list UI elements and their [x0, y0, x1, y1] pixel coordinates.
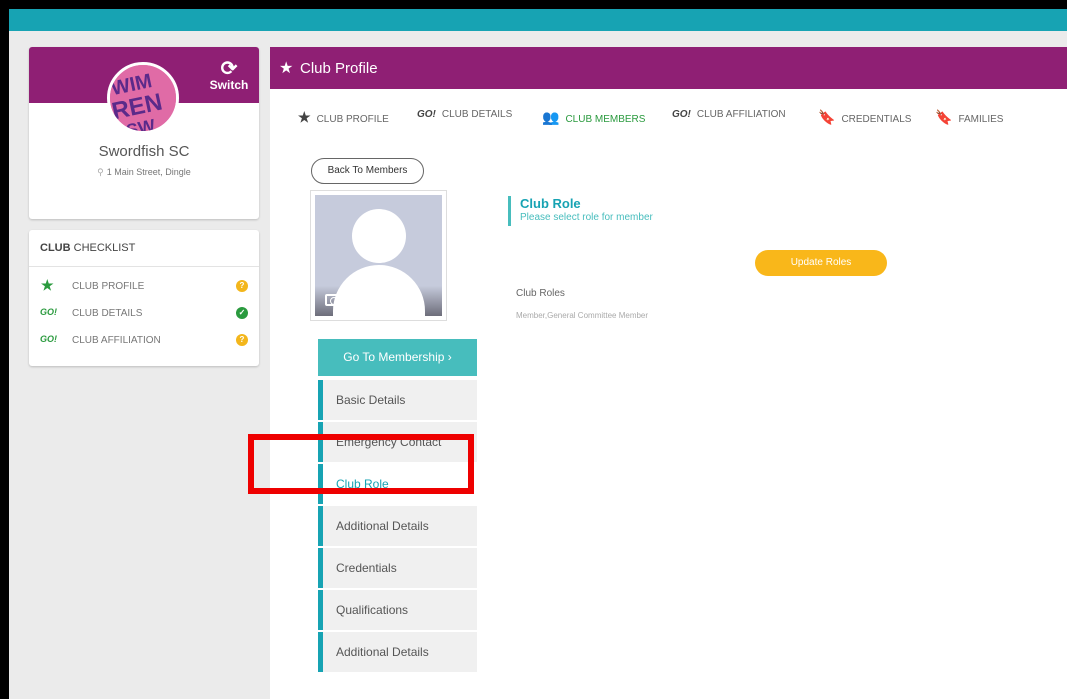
tab-club-details[interactable]: GO! CLUB DETAILS — [417, 109, 512, 127]
checklist-item-label: CLUB DETAILS — [72, 308, 143, 319]
tab-label: CREDENTIALS — [841, 114, 912, 125]
club-role-title: Club Role — [520, 196, 581, 211]
go-to-membership-button[interactable]: Go To Membership › — [318, 339, 477, 376]
side-nav-additional-details-2[interactable]: Additional Details — [318, 632, 477, 672]
club-role-header: Club Role Please select role for member — [508, 196, 653, 226]
tab-label: CLUB AFFILIATION — [696, 109, 786, 120]
tab-label: FAMILIES — [958, 114, 1004, 125]
main-header: ★ Club Profile — [270, 47, 1067, 89]
club-address-text: 1 Main Street, Dingle — [106, 167, 191, 177]
check-status-icon: ✓ — [236, 307, 248, 319]
tab-label: CLUB MEMBERS — [565, 114, 646, 125]
tab-club-members[interactable]: 👥 CLUB MEMBERS — [542, 109, 645, 127]
side-nav-qualifications[interactable]: Qualifications — [318, 590, 477, 630]
map-pin-icon: ⚲ — [97, 167, 104, 177]
checklist-item-club-profile[interactable]: ★ CLUB PROFILE ? — [40, 277, 248, 294]
club-name: Swordfish SC — [98, 143, 190, 160]
club-address: ⚲ 1 Main Street, Dingle — [29, 167, 259, 178]
club-roles-label: Club Roles — [516, 288, 565, 299]
member-photo[interactable] — [310, 190, 447, 321]
avatar-placeholder-head — [352, 209, 406, 263]
go-icon: GO! — [40, 334, 57, 344]
camera-icon[interactable] — [325, 294, 341, 306]
checklist-item-label: CLUB AFFILIATION — [72, 335, 161, 346]
avatar-placeholder-body — [333, 265, 425, 316]
checklist-title-rest: CHECKLIST — [70, 242, 136, 254]
tab-label: CLUB PROFILE — [316, 114, 389, 125]
photo-placeholder — [315, 195, 442, 316]
club-card: WIM REN SW ⟳ Switch Swordfish SC ⚲ 1 Main… — [29, 47, 259, 219]
tab-club-affiliation[interactable]: GO! CLUB AFFILIATION — [672, 109, 786, 127]
club-roles-value: Member,General Committee Member — [516, 311, 649, 320]
checklist-title-bold: CLUB — [40, 242, 71, 254]
club-role-subtitle: Please select role for member — [520, 212, 653, 223]
club-logo-avatar: WIM REN SW — [107, 62, 179, 134]
checklist-title: CLUB CHECKLIST — [40, 242, 135, 254]
users-icon: 👥 — [542, 109, 560, 125]
app-screen: WIM REN SW ⟳ Switch Swordfish SC ⚲ 1 Main… — [9, 9, 1067, 699]
tab-label: CLUB DETAILS — [441, 109, 513, 120]
side-nav-club-role[interactable]: Club Role — [318, 464, 477, 504]
question-status-icon: ? — [236, 280, 248, 292]
go-icon: GO! — [417, 109, 436, 120]
star-icon: ★ — [279, 60, 294, 77]
page-title: Club Profile — [300, 60, 378, 77]
question-status-icon: ? — [236, 334, 248, 346]
bookmark-icon: 🔖 — [935, 109, 953, 125]
switch-club-button[interactable]: ⟳ Switch — [209, 58, 249, 92]
side-nav-credentials[interactable]: Credentials — [318, 548, 477, 588]
top-bar — [9, 9, 1067, 31]
checklist-item-label: CLUB PROFILE — [72, 281, 145, 292]
bookmark-icon: 🔖 — [818, 109, 836, 125]
main-panel: ★ Club Profile ★ CLUB PROFILE GO! CLUB DET… — [270, 47, 1067, 699]
back-to-members-button[interactable]: Back To Members — [311, 158, 424, 184]
side-nav-additional-details[interactable]: Additional Details — [318, 506, 477, 546]
update-roles-button[interactable]: Update Roles — [755, 250, 887, 276]
tab-families[interactable]: 🔖 FAMILIES — [935, 109, 1003, 127]
club-checklist: CLUB CHECKLIST ★ CLUB PROFILE ? GO! CLUB… — [29, 230, 259, 366]
checklist-item-club-details[interactable]: GO! CLUB DETAILS ✓ — [40, 307, 248, 321]
star-icon: ★ — [298, 109, 311, 125]
refresh-icon: ⟳ — [220, 58, 238, 80]
go-icon: GO! — [672, 109, 691, 120]
go-icon: GO! — [40, 307, 57, 317]
side-nav-basic-details[interactable]: Basic Details — [318, 380, 477, 420]
side-nav-emergency-contact[interactable]: Emergency Contact — [318, 422, 477, 462]
checklist-divider — [29, 266, 259, 267]
switch-label: Switch — [209, 78, 249, 92]
tab-club-profile[interactable]: ★ CLUB PROFILE — [298, 109, 389, 127]
checklist-item-club-affiliation[interactable]: GO! CLUB AFFILIATION ? — [40, 334, 248, 348]
star-icon: ★ — [41, 277, 54, 293]
tab-credentials[interactable]: 🔖 CREDENTIALS — [818, 109, 911, 127]
